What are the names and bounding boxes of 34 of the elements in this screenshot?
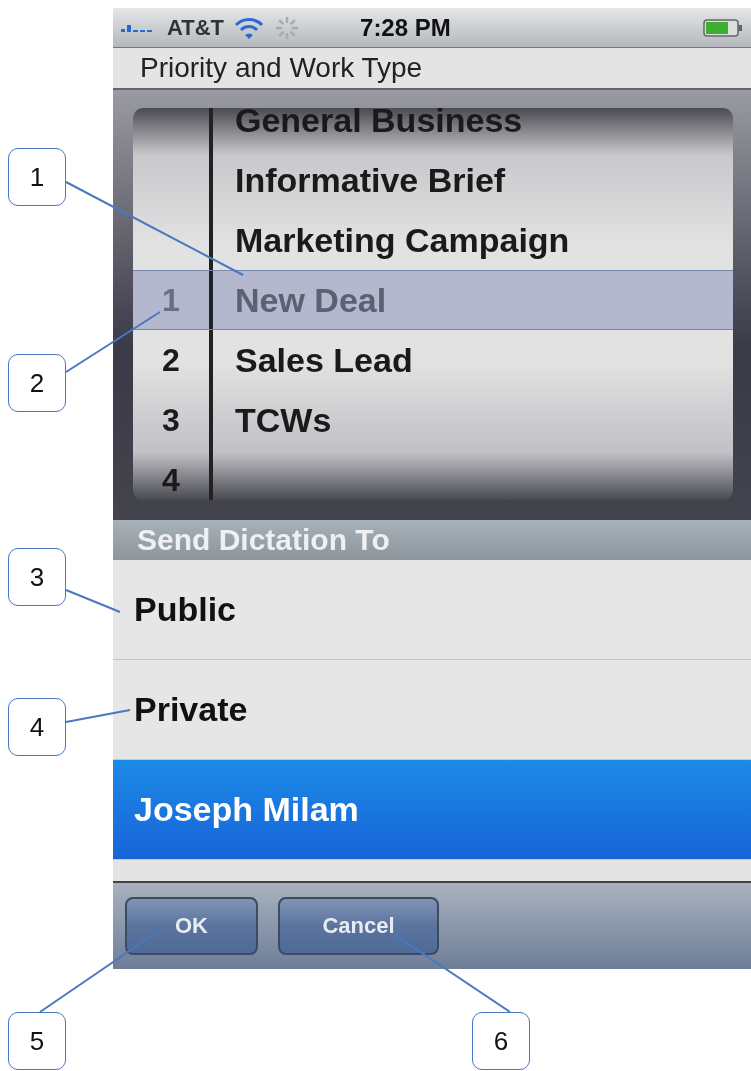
cancel-button[interactable]: Cancel: [278, 897, 439, 955]
picker-row[interactable]: 2 Sales Lead: [133, 330, 733, 390]
battery-icon: [703, 18, 743, 37]
priority-number: 3: [133, 390, 213, 450]
section-header: Send Dictation To: [113, 520, 751, 560]
wifi-icon: [234, 16, 265, 39]
activity-spinner-icon: [274, 14, 301, 41]
priority-number: 2: [133, 330, 213, 390]
picker-row[interactable]: Marketing Campaign: [133, 210, 733, 270]
callout-label: 4: [8, 698, 66, 756]
leader-line: [65, 709, 131, 723]
priority-number: 4: [133, 450, 213, 500]
callout-label: 5: [8, 1012, 66, 1070]
picker-row[interactable]: 4: [133, 450, 733, 500]
callout-label: 1: [8, 148, 66, 206]
work-type-label: Sales Lead: [234, 340, 413, 380]
work-type-label: New Deal: [234, 280, 387, 320]
work-type-label: Marketing Campaign: [234, 220, 570, 260]
picker-row[interactable]: 3 TCWs: [133, 390, 733, 450]
recipient-item[interactable]: Joseph Milam: [113, 760, 751, 860]
screen-title: Priority and Work Type: [113, 48, 751, 90]
work-type-label: Informative Brief: [234, 160, 506, 200]
callout-label: 6: [472, 1012, 530, 1070]
carrier-name: AT&T: [167, 14, 225, 41]
priority-number: 1: [133, 271, 213, 329]
leader-line: [65, 589, 121, 613]
work-type-label: TCWs: [234, 400, 332, 440]
ok-button[interactable]: OK: [125, 897, 258, 955]
recipient-item[interactable]: Public: [113, 560, 751, 660]
recipient-item[interactable]: Private: [113, 660, 751, 760]
callout-label: 3: [8, 548, 66, 606]
callout-label: 2: [8, 354, 66, 412]
picker-row[interactable]: Informative Brief: [133, 150, 733, 210]
status-time: 7:28 PM: [360, 13, 451, 42]
